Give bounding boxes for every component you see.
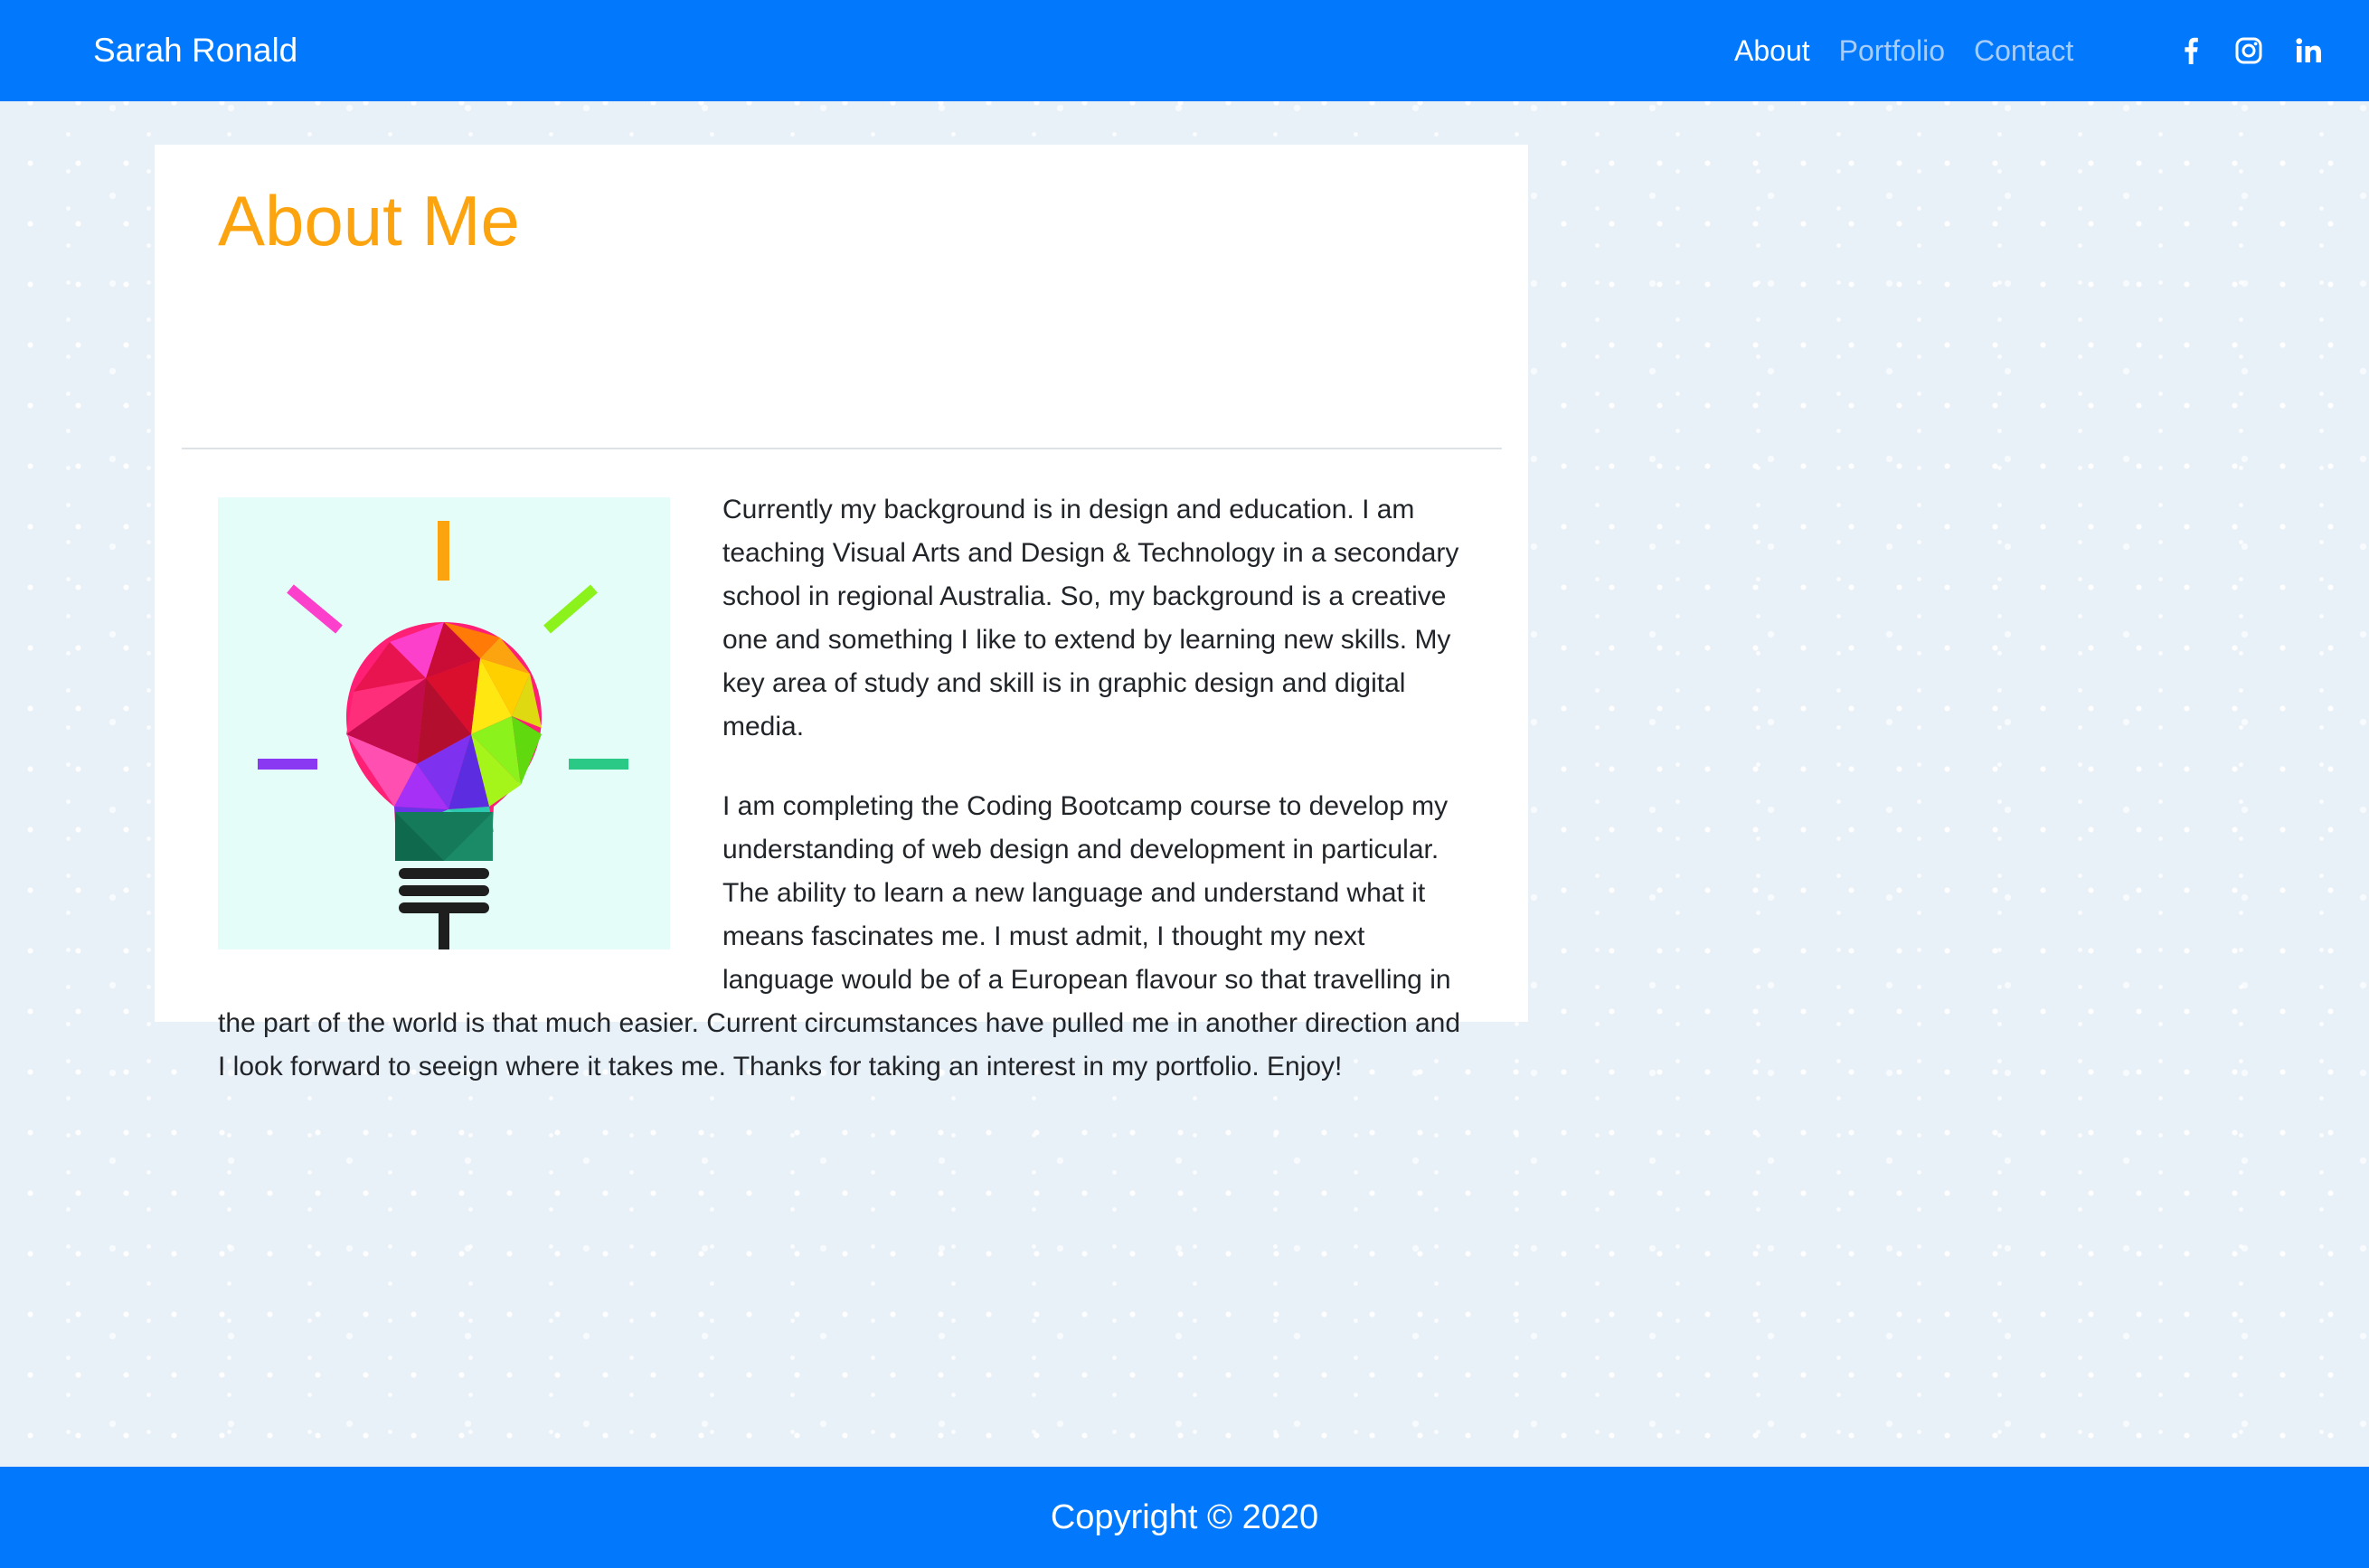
nav-link-contact[interactable]: Contact [1974,34,2073,68]
lightbulb-icon [218,497,670,949]
copyright-text: Copyright © 2020 [1050,1498,1319,1536]
facebook-icon[interactable] [2173,33,2209,69]
page-title: About Me [218,181,520,260]
nav-link-about[interactable]: About [1734,34,1810,68]
nav-links: About Portfolio Contact [1734,0,2073,101]
footer: Copyright © 2020 [0,1467,2369,1568]
navbar: Sarah Ronald About Portfolio Contact [0,0,2369,101]
brand-link[interactable]: Sarah Ronald [93,0,297,101]
about-card: About Me Currently my background is in d… [155,145,1528,1082]
about-body: Currently my background is in design and… [218,488,1468,1125]
linkedin-icon[interactable] [2290,33,2327,69]
nav-link-portfolio[interactable]: Portfolio [1839,34,1945,68]
title-divider [182,448,1502,449]
instagram-icon[interactable] [2231,33,2267,69]
